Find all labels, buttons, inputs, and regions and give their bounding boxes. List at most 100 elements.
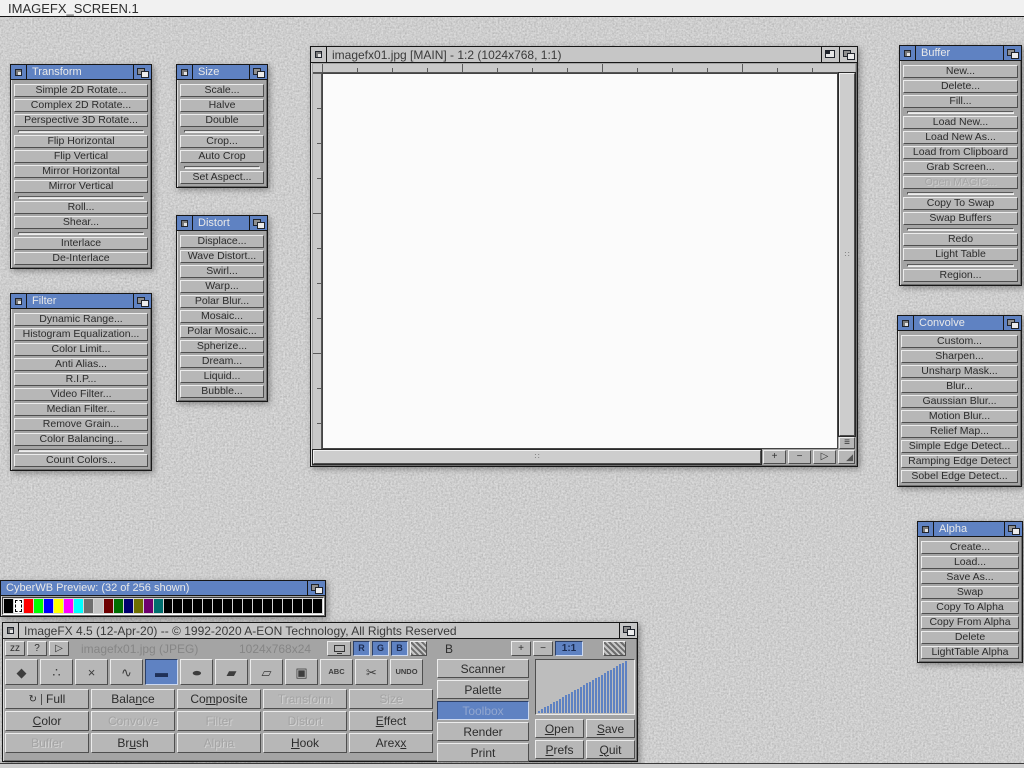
panel-button[interactable]: Halve bbox=[180, 99, 264, 112]
color-swatch[interactable] bbox=[313, 599, 322, 613]
panel-button[interactable]: Histogram Equalization... bbox=[14, 328, 148, 341]
panel-button[interactable]: Mirror Vertical bbox=[14, 180, 148, 193]
polygon-tool-button[interactable]: ▰ bbox=[215, 659, 248, 685]
close-gadget-icon[interactable] bbox=[311, 47, 327, 62]
depth-gadget-icon[interactable] bbox=[1004, 522, 1022, 536]
panel-button[interactable]: Flip Vertical bbox=[14, 150, 148, 163]
panel-button[interactable]: Relief Map... bbox=[901, 425, 1018, 438]
color-swatch[interactable] bbox=[203, 599, 212, 613]
file-button[interactable]: Prefs bbox=[535, 740, 584, 759]
command-button[interactable]: Buffer bbox=[5, 733, 89, 753]
airbrush-tool-button[interactable]: ∴ bbox=[40, 659, 73, 685]
panel-button[interactable]: Sharpen... bbox=[901, 350, 1018, 363]
panel-button[interactable]: Delete bbox=[921, 631, 1019, 644]
panel-button[interactable]: Dynamic Range... bbox=[14, 313, 148, 326]
sleep-button[interactable]: zz bbox=[5, 641, 25, 656]
command-button[interactable]: Transform bbox=[263, 689, 347, 709]
color-swatch[interactable] bbox=[283, 599, 292, 613]
color-swatch[interactable] bbox=[223, 599, 232, 613]
oval-tool-button[interactable]: ● bbox=[180, 659, 213, 685]
alpha-titlebar[interactable]: Alpha bbox=[918, 522, 1022, 537]
color-swatch[interactable] bbox=[164, 599, 173, 613]
command-button[interactable]: Filter bbox=[177, 711, 261, 731]
panel-button[interactable]: Spherize... bbox=[180, 340, 264, 353]
close-gadget-icon[interactable] bbox=[900, 46, 916, 60]
panel-button[interactable]: Complex 2D Rotate... bbox=[14, 99, 148, 112]
screen-titlebar[interactable]: IMAGEFX_SCREEN.1 bbox=[0, 0, 1024, 17]
play-macro-button[interactable]: ▷ bbox=[49, 641, 69, 656]
panel-button[interactable]: Shear... bbox=[14, 216, 148, 229]
color-swatch[interactable] bbox=[293, 599, 302, 613]
main-window-titlebar[interactable]: ImageFX 4.5 (12-Apr-20) -- © 1992-2020 A… bbox=[3, 623, 637, 639]
color-swatch[interactable] bbox=[243, 599, 252, 613]
panel-button[interactable]: Load from Clipboard bbox=[903, 146, 1018, 159]
depth-gadget-icon[interactable] bbox=[133, 65, 151, 79]
color-swatch[interactable] bbox=[154, 599, 163, 613]
panel-button[interactable]: Grab Screen... bbox=[903, 161, 1018, 174]
panel-button[interactable]: Swirl... bbox=[180, 265, 264, 278]
side-button[interactable]: Toolbox bbox=[437, 701, 529, 720]
close-gadget-icon[interactable] bbox=[177, 65, 193, 79]
green-channel-toggle[interactable]: G bbox=[372, 641, 389, 656]
color-swatch[interactable] bbox=[193, 599, 202, 613]
help-button[interactable]: ? bbox=[27, 641, 47, 656]
color-swatch[interactable] bbox=[24, 599, 33, 613]
panel-button[interactable]: Copy From Alpha bbox=[921, 616, 1019, 629]
panel-button[interactable]: LightTable Alpha bbox=[921, 646, 1019, 659]
panel-button[interactable]: Remove Grain... bbox=[14, 418, 148, 431]
panel-button[interactable]: Warp... bbox=[180, 280, 264, 293]
color-swatch[interactable] bbox=[144, 599, 153, 613]
size-titlebar[interactable]: Size bbox=[177, 65, 267, 80]
panel-button[interactable]: Displace... bbox=[180, 235, 264, 248]
depth-gadget-icon[interactable] bbox=[839, 47, 857, 62]
panel-button[interactable]: Color Limit... bbox=[14, 343, 148, 356]
panel-button[interactable]: Load New... bbox=[903, 116, 1018, 129]
pan-button[interactable]: ▷ bbox=[813, 450, 836, 464]
color-swatch[interactable] bbox=[173, 599, 182, 613]
ruler-toggle-button[interactable]: ≡ bbox=[839, 437, 855, 449]
buffer-titlebar[interactable]: Buffer bbox=[900, 46, 1021, 61]
panel-button[interactable]: Polar Mosaic... bbox=[180, 325, 264, 338]
freehand-tool-button[interactable]: ▱ bbox=[250, 659, 283, 685]
text-tool-button[interactable]: ABC bbox=[320, 659, 353, 685]
blue-channel-toggle[interactable]: B bbox=[391, 641, 408, 656]
panel-button[interactable]: Video Filter... bbox=[14, 388, 148, 401]
panel-button[interactable]: Open MAGIC... bbox=[903, 176, 1018, 189]
command-button[interactable]: Brush bbox=[91, 733, 175, 753]
panel-button[interactable]: Blur... bbox=[901, 380, 1018, 393]
panel-button[interactable]: Mirror Horizontal bbox=[14, 165, 148, 178]
image-window-titlebar[interactable]: imagefx01.jpg [MAIN] - 1:2 (1024x768, 1:… bbox=[311, 47, 857, 63]
close-gadget-icon[interactable] bbox=[3, 623, 19, 638]
filter-titlebar[interactable]: Filter bbox=[11, 294, 151, 309]
color-swatch[interactable] bbox=[273, 599, 282, 613]
color-swatch[interactable] bbox=[303, 599, 312, 613]
panel-button[interactable]: Liquid... bbox=[180, 370, 264, 383]
panel-button[interactable]: Save As... bbox=[921, 571, 1019, 584]
zoom-ratio-button[interactable]: 1:1 bbox=[555, 641, 583, 656]
red-channel-toggle[interactable]: R bbox=[353, 641, 370, 656]
panel-button[interactable]: Redo bbox=[903, 233, 1018, 246]
color-swatch[interactable] bbox=[44, 599, 53, 613]
file-button[interactable]: Save bbox=[586, 719, 635, 738]
panel-button[interactable]: Wave Distort... bbox=[180, 250, 264, 263]
depth-gadget-icon[interactable] bbox=[249, 65, 267, 79]
panel-button[interactable]: Scale... bbox=[180, 84, 264, 97]
panel-button[interactable]: Load New As... bbox=[903, 131, 1018, 144]
panel-button[interactable]: Delete... bbox=[903, 80, 1018, 93]
vertical-scrollbar-thumb[interactable]: ∷ bbox=[839, 73, 855, 436]
palette-titlebar[interactable]: CyberWB Preview: (32 of 256 shown) bbox=[1, 581, 325, 596]
side-button[interactable]: Render bbox=[437, 722, 529, 741]
file-button[interactable]: Quit bbox=[586, 740, 635, 759]
color-swatch[interactable] bbox=[213, 599, 222, 613]
command-button[interactable]: Balance bbox=[91, 689, 175, 709]
close-gadget-icon[interactable] bbox=[11, 294, 27, 308]
dither-pattern-button[interactable] bbox=[603, 641, 626, 656]
panel-button[interactable]: Light Table bbox=[903, 248, 1018, 261]
zoom-in-button[interactable]: + bbox=[511, 641, 531, 656]
panel-button[interactable]: R.I.P... bbox=[14, 373, 148, 386]
color-swatch[interactable] bbox=[34, 599, 43, 613]
panel-button[interactable]: Fill... bbox=[903, 95, 1018, 108]
close-gadget-icon[interactable] bbox=[11, 65, 27, 79]
command-button[interactable]: Hook bbox=[263, 733, 347, 753]
horizontal-scrollbar[interactable]: ∷ bbox=[313, 450, 761, 464]
